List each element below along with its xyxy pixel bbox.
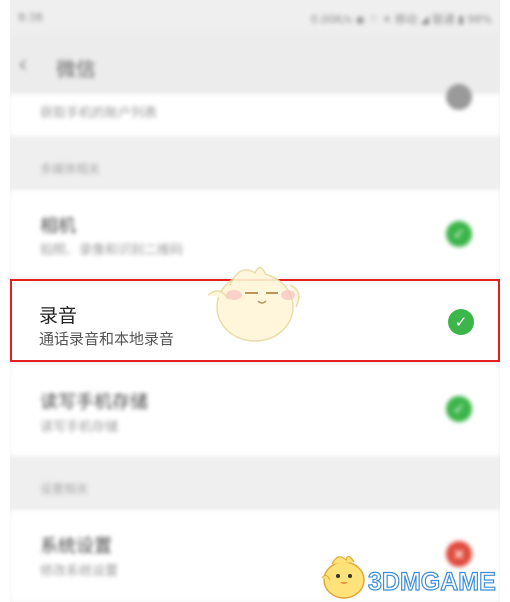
mascot-chick-icon: [207, 266, 300, 342]
back-chevron-icon[interactable]: ‹: [18, 50, 28, 78]
row-title: 系统设置: [40, 536, 112, 557]
record-title: 录音: [39, 305, 78, 327]
row-subtitle: 拍照、录像和识别二维码: [40, 243, 184, 258]
status-time: 8:38: [18, 11, 43, 24]
row-subtitle: 读写手机存储: [40, 420, 119, 435]
row-subtitle: 获取手机的账户列表: [40, 106, 158, 121]
check-icon[interactable]: ✓: [446, 396, 472, 422]
app-header: ‹ 微信: [10, 34, 500, 94]
status-bar: 8:38 0.00K/s ◉ ⌔ ✕ 移动 ◢ 联通 ▮ 98%: [10, 0, 500, 34]
watermark-text: 3DMGAME: [367, 567, 496, 596]
section-header-multimedia: 多媒体相关: [10, 150, 500, 190]
status-indicators: 0.00K/s ◉ ⌔ ✕ 移动 ◢ 联通 ▮ 98%: [310, 13, 492, 26]
watermark-chick-icon: [321, 555, 365, 599]
page-title: 微信: [56, 57, 96, 81]
toggle-icon[interactable]: [446, 84, 472, 110]
record-subtitle: 通话录音和本地录音: [39, 330, 175, 348]
permission-row-storage[interactable]: 读写手机存储 读写手机存储 ✓: [10, 364, 500, 456]
check-icon[interactable]: ✓: [448, 309, 474, 335]
permission-row-accounts[interactable]: 获取手机的账户列表: [10, 84, 500, 136]
row-title: 读写手机存储: [40, 392, 148, 413]
section-label: 设置相关: [40, 482, 89, 496]
row-subtitle: 修改系统设置: [40, 564, 119, 579]
check-icon[interactable]: ✓: [446, 221, 472, 247]
section-label: 多媒体相关: [40, 162, 101, 176]
section-header-settings: 设置相关: [10, 468, 500, 508]
watermark-logo: 3DMGAME: [318, 548, 508, 602]
row-title: 相机: [40, 216, 76, 237]
screenshot-stage: 8:38 0.00K/s ◉ ⌔ ✕ 移动 ◢ 联通 ▮ 98% ‹ 微信 获取…: [0, 0, 510, 602]
